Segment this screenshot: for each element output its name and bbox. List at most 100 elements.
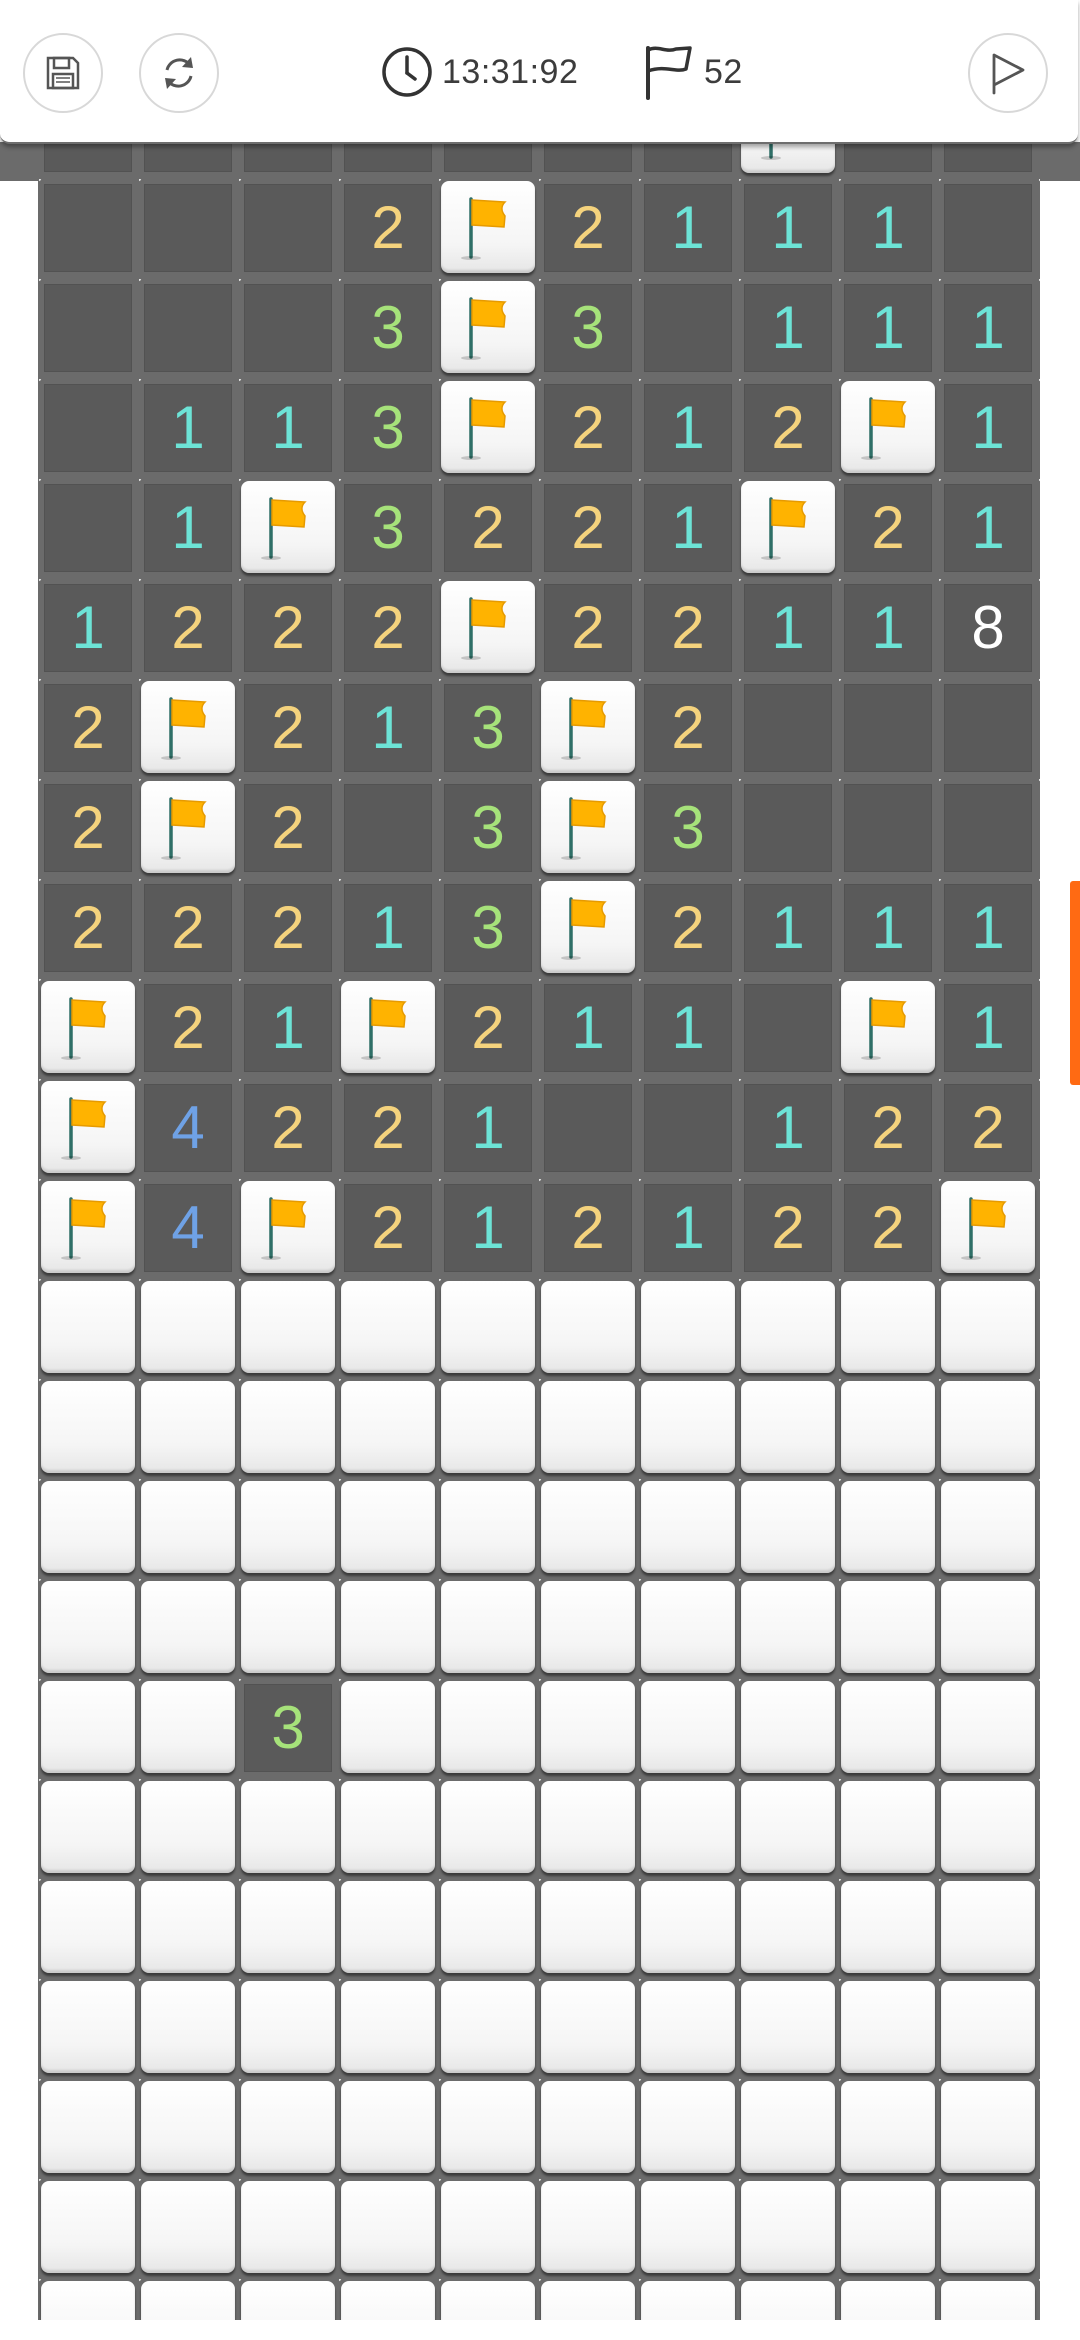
number-cell[interactable]: 1 — [838, 578, 938, 678]
hidden-cell[interactable] — [938, 1878, 1038, 1978]
number-cell[interactable]: 1 — [738, 278, 838, 378]
hidden-cell[interactable] — [838, 1278, 938, 1378]
number-cell[interactable]: 2 — [338, 178, 438, 278]
number-cell[interactable]: 2 — [638, 878, 738, 978]
number-cell[interactable]: 2 — [938, 1078, 1038, 1178]
hidden-cell[interactable] — [438, 1778, 538, 1878]
hidden-cell[interactable] — [838, 1978, 938, 2078]
empty-cell[interactable] — [538, 1078, 638, 1178]
number-cell[interactable]: 3 — [238, 1678, 338, 1778]
empty-cell[interactable] — [38, 178, 138, 278]
hidden-cell[interactable] — [238, 2178, 338, 2278]
hidden-cell[interactable] — [238, 1778, 338, 1878]
hidden-cell[interactable] — [838, 1378, 938, 1478]
number-cell[interactable]: 3 — [338, 478, 438, 578]
number-cell[interactable]: 4 — [138, 1078, 238, 1178]
empty-cell[interactable] — [238, 142, 338, 178]
number-cell[interactable]: 2 — [838, 1178, 938, 1278]
hidden-cell[interactable] — [438, 2178, 538, 2278]
hidden-cell[interactable] — [838, 1778, 938, 1878]
hidden-cell[interactable] — [538, 1278, 638, 1378]
hidden-cell[interactable] — [338, 1978, 438, 2078]
number-cell[interactable]: 1 — [438, 1178, 538, 1278]
hidden-cell[interactable] — [938, 1578, 1038, 1678]
number-cell[interactable]: 2 — [338, 578, 438, 678]
hidden-cell[interactable] — [538, 2178, 638, 2278]
hidden-cell[interactable] — [238, 1478, 338, 1578]
hidden-cell[interactable] — [338, 1278, 438, 1378]
hidden-cell[interactable] — [338, 2078, 438, 2178]
hidden-cell[interactable] — [538, 1778, 638, 1878]
hidden-cell[interactable] — [438, 1378, 538, 1478]
empty-cell[interactable] — [938, 778, 1038, 878]
number-cell[interactable]: 2 — [638, 678, 738, 778]
empty-cell[interactable] — [38, 142, 138, 178]
hidden-cell[interactable] — [238, 1878, 338, 1978]
hidden-cell[interactable] — [238, 1378, 338, 1478]
hidden-cell[interactable] — [538, 1978, 638, 2078]
hidden-cell[interactable] — [738, 2178, 838, 2278]
empty-cell[interactable] — [438, 142, 538, 178]
number-cell[interactable]: 1 — [938, 978, 1038, 1078]
number-cell[interactable]: 2 — [238, 578, 338, 678]
number-cell[interactable]: 2 — [538, 378, 638, 478]
hidden-cell[interactable] — [638, 1578, 738, 1678]
empty-cell[interactable] — [938, 678, 1038, 778]
hidden-cell[interactable] — [638, 1878, 738, 1978]
flagged-cell[interactable] — [438, 378, 538, 478]
hidden-cell[interactable] — [838, 1678, 938, 1778]
hidden-cell[interactable] — [738, 2278, 838, 2320]
flagged-cell[interactable] — [138, 678, 238, 778]
number-cell[interactable]: 2 — [838, 1078, 938, 1178]
hidden-cell[interactable] — [138, 2178, 238, 2278]
empty-cell[interactable] — [738, 978, 838, 1078]
number-cell[interactable]: 1 — [938, 878, 1038, 978]
hidden-cell[interactable] — [438, 1278, 538, 1378]
number-cell[interactable]: 1 — [738, 178, 838, 278]
hidden-cell[interactable] — [438, 1578, 538, 1678]
hidden-cell[interactable] — [538, 1878, 638, 1978]
hidden-cell[interactable] — [138, 1778, 238, 1878]
empty-cell[interactable] — [938, 142, 1038, 178]
hidden-cell[interactable] — [338, 1578, 438, 1678]
hidden-cell[interactable] — [738, 1678, 838, 1778]
hidden-cell[interactable] — [738, 1278, 838, 1378]
empty-cell[interactable] — [638, 1078, 738, 1178]
hidden-cell[interactable] — [138, 1378, 238, 1478]
hidden-cell[interactable] — [438, 1978, 538, 2078]
hidden-cell[interactable] — [38, 1278, 138, 1378]
flagged-cell[interactable] — [938, 1178, 1038, 1278]
hidden-cell[interactable] — [38, 1978, 138, 2078]
flagged-cell[interactable] — [438, 578, 538, 678]
hidden-cell[interactable] — [238, 1278, 338, 1378]
number-cell[interactable]: 2 — [538, 578, 638, 678]
number-cell[interactable]: 1 — [238, 378, 338, 478]
number-cell[interactable]: 3 — [438, 778, 538, 878]
number-cell[interactable]: 3 — [438, 678, 538, 778]
empty-cell[interactable] — [138, 178, 238, 278]
flagged-cell[interactable] — [538, 878, 638, 978]
number-cell[interactable]: 1 — [738, 578, 838, 678]
save-button[interactable] — [23, 33, 103, 113]
empty-cell[interactable] — [838, 778, 938, 878]
empty-cell[interactable] — [538, 142, 638, 178]
number-cell[interactable]: 1 — [638, 478, 738, 578]
hidden-cell[interactable] — [538, 2278, 638, 2320]
hidden-cell[interactable] — [538, 1578, 638, 1678]
hidden-cell[interactable] — [138, 1978, 238, 2078]
hidden-cell[interactable] — [138, 1478, 238, 1578]
flagged-cell[interactable] — [538, 778, 638, 878]
hidden-cell[interactable] — [938, 2278, 1038, 2320]
hidden-cell[interactable] — [638, 1778, 738, 1878]
empty-cell[interactable] — [38, 378, 138, 478]
flagged-cell[interactable] — [38, 1078, 138, 1178]
hidden-cell[interactable] — [338, 2278, 438, 2320]
hidden-cell[interactable] — [638, 1378, 738, 1478]
number-cell[interactable]: 2 — [538, 1178, 638, 1278]
number-cell[interactable]: 1 — [138, 378, 238, 478]
number-cell[interactable]: 2 — [338, 1178, 438, 1278]
number-cell[interactable]: 2 — [138, 878, 238, 978]
number-cell[interactable]: 3 — [438, 878, 538, 978]
empty-cell[interactable] — [238, 278, 338, 378]
hidden-cell[interactable] — [338, 1778, 438, 1878]
